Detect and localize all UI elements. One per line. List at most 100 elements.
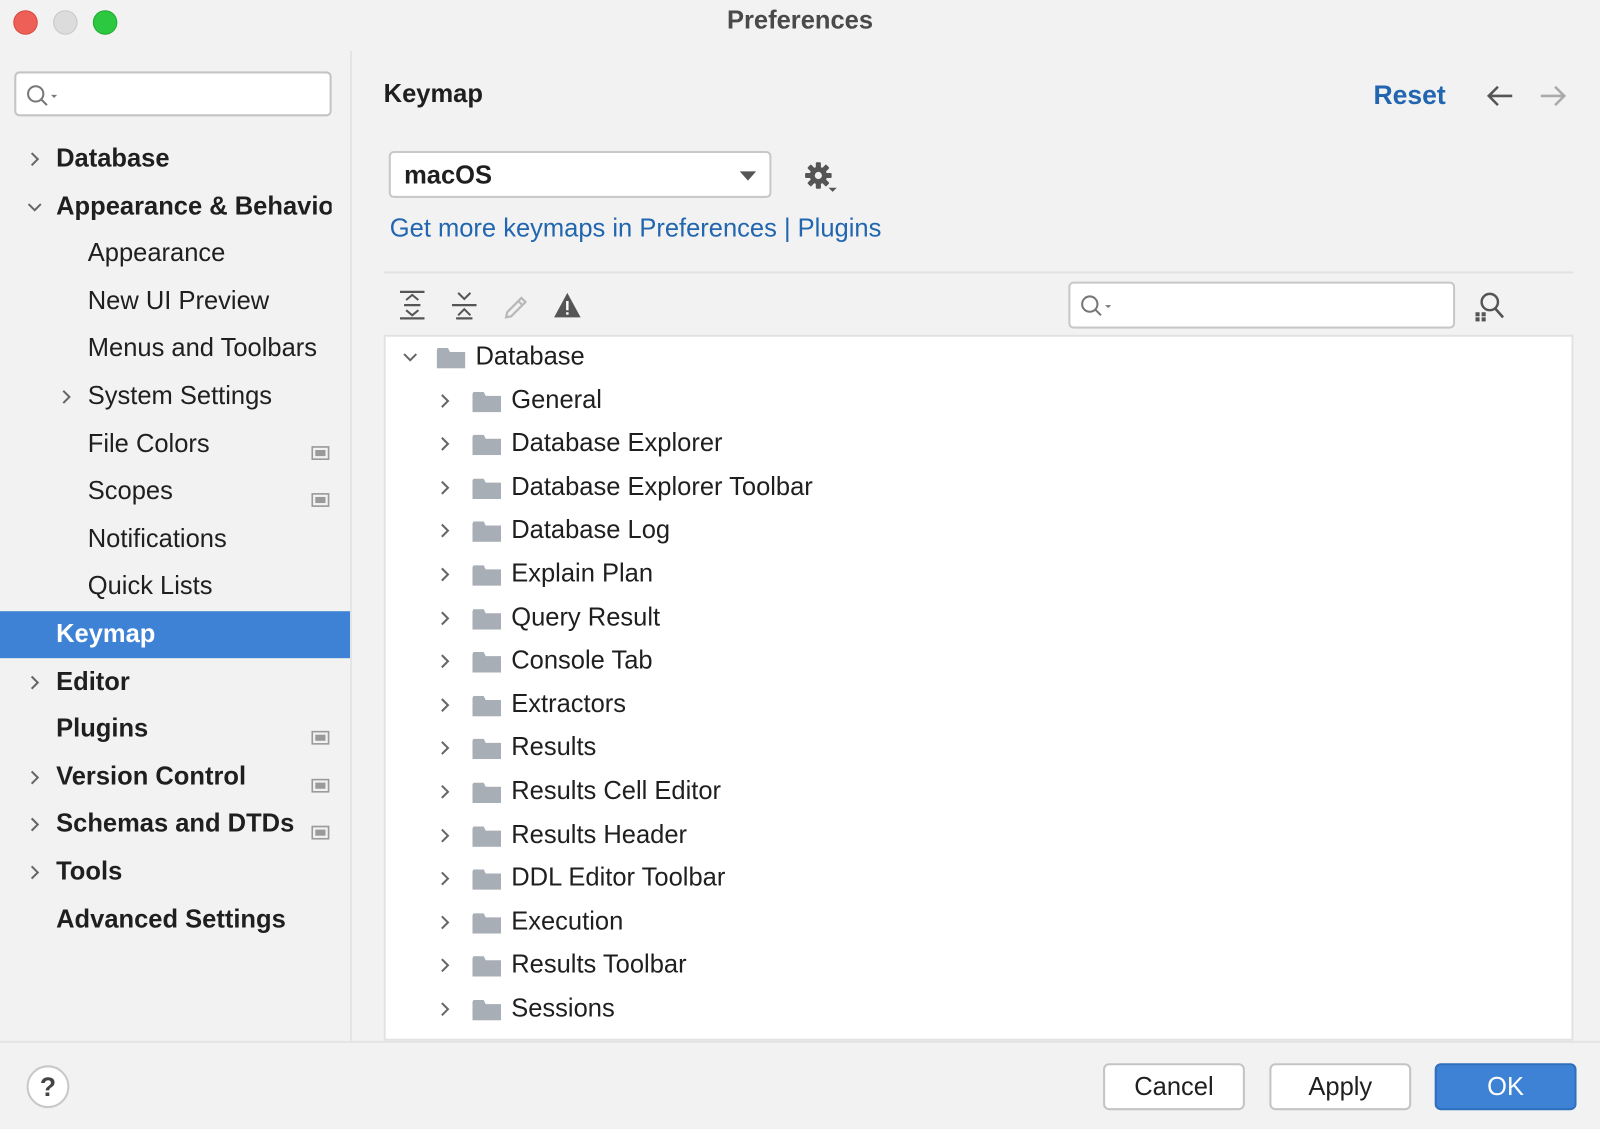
sidebar-search-input[interactable] (14, 71, 332, 117)
apply-button[interactable]: Apply (1269, 1063, 1412, 1111)
folder-icon (472, 607, 502, 630)
folder-icon (472, 476, 502, 499)
tree-node[interactable]: Database Log (386, 511, 1572, 554)
tree-node[interactable]: Results Header (386, 815, 1572, 858)
chevron-right-icon[interactable] (24, 767, 44, 787)
tree-node[interactable]: General (386, 380, 1572, 423)
sidebar-item-system-settings[interactable]: System Settings (0, 373, 350, 420)
tree-node[interactable]: Execution (386, 902, 1572, 945)
sidebar-item-editor[interactable]: Editor (0, 659, 350, 706)
get-more-keymaps-link[interactable]: Get more keymaps in Preferences | Plugin… (390, 214, 882, 244)
chevron-down-icon[interactable] (24, 197, 44, 217)
folder-icon (472, 911, 502, 934)
chevron-right-icon[interactable] (435, 869, 455, 889)
reset-button[interactable]: Reset (1373, 80, 1445, 112)
expand-all-icon[interactable] (398, 290, 427, 321)
project-level-icon (311, 770, 330, 793)
sidebar-item-appearance[interactable]: Appearance (0, 231, 350, 278)
tree-node-label: Results Toolbar (511, 950, 687, 979)
chevron-right-icon[interactable] (435, 912, 455, 932)
tree-node[interactable]: Results Toolbar (386, 945, 1572, 988)
back-arrow-icon[interactable] (1485, 84, 1516, 108)
forward-arrow-icon[interactable] (1538, 84, 1569, 108)
sidebar-item-plugins[interactable]: Plugins (0, 706, 350, 753)
sidebar-item-appearance-and-behavior[interactable]: Appearance & Behavior (0, 183, 350, 230)
gear-icon[interactable] (802, 159, 839, 196)
tree-node[interactable]: Sessions (386, 989, 1572, 1032)
chevron-right-icon[interactable] (435, 738, 455, 758)
sidebar-item-label: Plugins (56, 714, 149, 744)
folder-icon (472, 433, 502, 456)
chevron-right-icon[interactable] (435, 651, 455, 671)
keymap-search-input[interactable] (1068, 281, 1456, 329)
tree-node[interactable]: Console Tab (386, 641, 1572, 684)
keymap-dropdown[interactable]: macOS (388, 151, 772, 198)
cancel-button[interactable]: Cancel (1103, 1063, 1245, 1111)
project-level-icon (311, 485, 330, 508)
folder-icon (472, 868, 502, 890)
sidebar-item-scopes[interactable]: Scopes (0, 469, 350, 516)
chevron-right-icon[interactable] (435, 825, 455, 845)
tree-node-label: Results Header (511, 819, 688, 849)
tree-node[interactable]: Query Result (386, 598, 1572, 641)
chevron-right-icon[interactable] (435, 608, 455, 628)
tree-node-label: Database Explorer Toolbar (511, 472, 813, 501)
sidebar-item-label: Appearance & Behavior (56, 191, 332, 220)
chevron-right-icon[interactable] (435, 564, 455, 584)
chevron-right-icon[interactable] (435, 695, 455, 715)
sidebar-item-quick-lists[interactable]: Quick Lists (0, 564, 350, 611)
sidebar-item-keymap[interactable]: Keymap (0, 611, 350, 659)
chevron-right-icon[interactable] (435, 955, 455, 975)
tree-node[interactable]: Extractors (386, 684, 1572, 727)
tree-node[interactable]: Results Cell Editor (386, 771, 1572, 814)
sidebar-item-label: Scopes (87, 476, 173, 506)
tree-node-label: Explain Plan (511, 559, 654, 588)
keymap-actions-tree: Database General Database Explorer Database… (383, 334, 1574, 1041)
find-shortcut-icon[interactable] (1472, 290, 1507, 323)
chevron-right-icon[interactable] (56, 387, 76, 407)
tree-node-label: Console Tab (511, 646, 653, 675)
sidebar-item-version-control[interactable]: Version Control (0, 754, 350, 801)
tree-node[interactable]: Database Explorer Toolbar (386, 467, 1572, 510)
sidebar-item-advanced-settings[interactable]: Advanced Settings (0, 897, 350, 944)
project-level-icon (311, 437, 330, 460)
folder-icon (472, 520, 502, 543)
sidebar-item-database[interactable]: Database (0, 136, 350, 183)
search-icon (27, 85, 58, 106)
collapse-all-icon[interactable] (450, 290, 479, 321)
chevron-down-icon[interactable] (400, 347, 420, 367)
help-button[interactable]: ? (26, 1065, 70, 1109)
sidebar-item-tools[interactable]: Tools (0, 849, 350, 896)
chevron-right-icon[interactable] (435, 477, 455, 497)
sidebar-item-schemas-and-dtds[interactable]: Schemas and DTDs (0, 801, 350, 848)
chevron-right-icon[interactable] (435, 782, 455, 802)
sidebar-item-notifications[interactable]: Notifications (0, 516, 350, 563)
divider (383, 271, 1574, 274)
sidebar-item-label: System Settings (87, 381, 273, 411)
tree-node-root[interactable]: Database (386, 337, 1572, 380)
tree-node-label: Extractors (511, 689, 627, 719)
edit-icon[interactable] (501, 290, 532, 321)
sidebar-item-file-colors[interactable]: File Colors (0, 421, 350, 468)
dialog-footer: ? Cancel Apply OK (0, 1040, 1600, 1129)
chevron-right-icon[interactable] (435, 390, 455, 410)
chevron-right-icon[interactable] (24, 149, 44, 169)
sidebar-item-label: Schemas and DTDs (56, 809, 295, 839)
tree-node[interactable]: Database Explorer (386, 424, 1572, 467)
chevron-right-icon[interactable] (435, 999, 455, 1019)
ok-button[interactable]: OK (1434, 1063, 1577, 1111)
chevron-right-icon[interactable] (435, 521, 455, 541)
sidebar-item-new-ui-preview[interactable]: New UI Preview (0, 278, 350, 325)
folder-icon (472, 954, 502, 977)
tree-node[interactable]: Explain Plan (386, 554, 1572, 597)
chevron-right-icon[interactable] (24, 672, 44, 692)
project-level-icon (311, 723, 330, 745)
page-title: Keymap (383, 79, 483, 109)
sidebar-item-menus-and-toolbars[interactable]: Menus and Toolbars (0, 326, 350, 373)
tree-node[interactable]: DDL Editor Toolbar (386, 858, 1572, 901)
chevron-right-icon[interactable] (24, 815, 44, 835)
warning-icon[interactable] (552, 291, 583, 320)
chevron-right-icon[interactable] (24, 862, 44, 882)
chevron-right-icon[interactable] (435, 434, 455, 454)
tree-node[interactable]: Results (386, 728, 1572, 771)
